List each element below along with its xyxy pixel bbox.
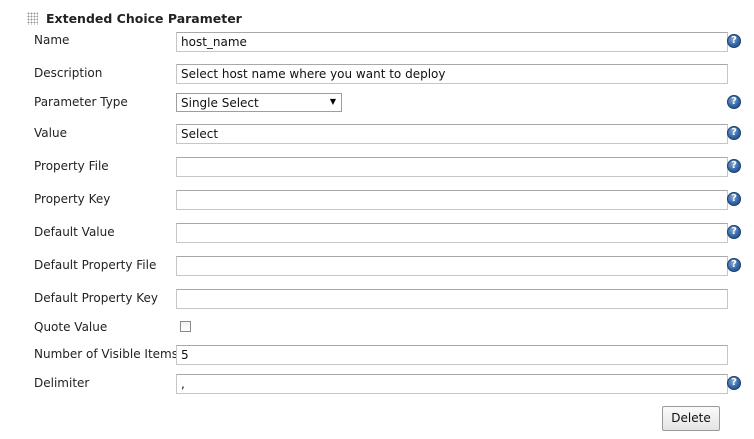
- help-icon[interactable]: ?: [727, 126, 741, 140]
- delimiter-label: Delimiter: [34, 376, 90, 390]
- help-icon[interactable]: ?: [727, 95, 741, 109]
- default-value-input[interactable]: [176, 223, 728, 243]
- parameter-type-value: Single Select: [181, 96, 259, 110]
- visible-items-label: Number of Visible Items: [34, 347, 178, 361]
- value-input[interactable]: [176, 124, 728, 144]
- help-icon[interactable]: ?: [727, 258, 741, 272]
- quote-value-checkbox[interactable]: [180, 321, 191, 332]
- help-icon[interactable]: ?: [727, 225, 741, 239]
- default-value-label: Default Value: [34, 225, 115, 239]
- name-input[interactable]: [176, 32, 728, 52]
- description-label: Description: [34, 66, 103, 80]
- default-property-file-input[interactable]: [176, 256, 728, 276]
- default-property-file-label: Default Property File: [34, 258, 157, 272]
- help-icon[interactable]: ?: [727, 376, 741, 390]
- name-label: Name: [34, 33, 70, 47]
- dropdown-arrow-icon: ▼: [329, 97, 336, 106]
- help-icon[interactable]: ?: [727, 192, 741, 206]
- drag-handle-icon[interactable]: [27, 12, 38, 25]
- description-input[interactable]: [176, 64, 728, 84]
- section-title: Extended Choice Parameter: [46, 11, 242, 26]
- quote-value-label: Quote Value: [34, 320, 108, 334]
- parameter-type-select[interactable]: Single Select ▼: [176, 93, 342, 112]
- help-icon[interactable]: ?: [727, 159, 741, 173]
- default-property-key-label: Default Property Key: [34, 291, 159, 305]
- visible-items-input[interactable]: [176, 345, 728, 365]
- property-file-label: Property File: [34, 159, 109, 173]
- parameter-type-label: Parameter Type: [34, 95, 128, 109]
- property-key-input[interactable]: [176, 190, 728, 210]
- delete-button[interactable]: Delete: [662, 406, 720, 431]
- property-file-input[interactable]: [176, 157, 728, 177]
- default-property-key-input[interactable]: [176, 289, 728, 309]
- value-label: Value: [34, 126, 67, 140]
- property-key-label: Property Key: [34, 192, 111, 206]
- help-icon[interactable]: ?: [727, 34, 741, 48]
- delimiter-input[interactable]: [176, 374, 728, 394]
